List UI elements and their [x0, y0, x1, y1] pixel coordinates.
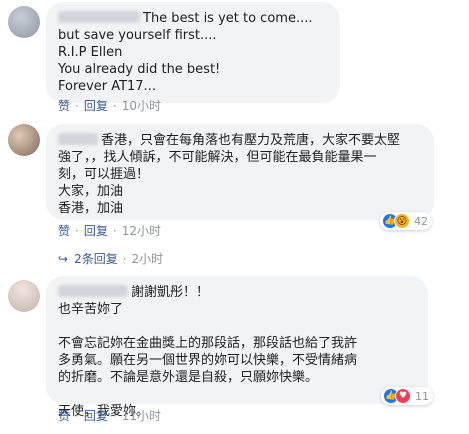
comment-text: 刻，可以捱過！	[58, 167, 150, 182]
comment-text: 多勇氣。願在另一個世界的妳可以快樂，不受情緒病	[58, 353, 358, 368]
comment-timestamp[interactable]: 12小时	[122, 222, 161, 239]
avatar[interactable]	[8, 6, 40, 38]
like-button[interactable]: 赞	[58, 222, 70, 239]
comment-text: The best is yet to come....	[58, 10, 328, 27]
comment-text: 大家，加油	[58, 184, 124, 199]
reaction-count: 42	[414, 214, 428, 228]
separator-dot: ·	[75, 408, 79, 423]
reply-button[interactable]: 回复	[84, 97, 108, 114]
reply-arrow-icon: ↪	[58, 251, 69, 266]
like-button[interactable]: 赞	[58, 97, 70, 114]
commenter-name[interactable]	[58, 133, 98, 145]
reply-button[interactable]: 回复	[84, 222, 108, 239]
commenter-name[interactable]	[58, 11, 140, 23]
reaction-count: 11	[415, 389, 429, 403]
comment-text: R.I.P Ellen	[58, 45, 123, 60]
separator-dot: ·	[112, 98, 117, 113]
reactions-summary[interactable]: 👍 😮 42	[380, 212, 432, 230]
separator-dot: ·	[122, 251, 127, 266]
comment-text: 強了，，找人傾訴，不可能解決，但可能在最負能量果一	[58, 150, 377, 165]
replies-count-label[interactable]: 2条回复	[74, 250, 118, 267]
comment-actions: 赞 · 回复 · 10小时	[58, 97, 161, 114]
separator-dot: ·	[75, 223, 79, 238]
replies-timestamp: 2小时	[131, 252, 164, 266]
comment-actions: 赞 · 回复 · 12小时	[58, 222, 161, 239]
comment-text: 香港，加油	[58, 201, 124, 216]
separator-dot: ·	[112, 223, 117, 238]
avatar[interactable]	[8, 124, 40, 156]
reply-button[interactable]: 回复	[84, 407, 108, 424]
commenter-name[interactable]	[58, 285, 128, 297]
separator-dot: ·	[75, 98, 79, 113]
comment-bubble: The best is yet to come.... but save you…	[46, 2, 340, 103]
comment-text: 謝謝凱彤！！	[58, 284, 416, 301]
comment-actions: 赞 · 回复 · 11小时	[58, 407, 161, 424]
comment-text: 的折磨。不論是意外還是自殺，只願妳快樂。	[58, 370, 319, 385]
comment-bubble: 香港，只會在每角落也有壓力及荒唐，大家不要太堅 強了，，找人傾訴，不可能解決，但…	[46, 124, 434, 220]
comment-text: 香港，只會在每角落也有壓力及荒唐，大家不要太堅	[58, 132, 422, 149]
comment-timestamp[interactable]: 11小时	[122, 407, 161, 424]
like-button[interactable]: 赞	[58, 407, 70, 424]
comment-text: but save yourself first....	[58, 28, 217, 43]
comment-text: Forever AT17...	[58, 79, 156, 94]
reactions-summary[interactable]: 👍 ♥ 11	[381, 387, 433, 405]
wow-icon: 😮	[394, 213, 410, 229]
comment-bubble: 謝謝凱彤！！ 也辛苦妳了 不會忘記妳在金曲獎上的那段話，那段話也給了我許 多勇氣…	[46, 276, 428, 419]
avatar[interactable]	[8, 280, 40, 312]
love-icon: ♥	[395, 388, 411, 404]
comment-timestamp[interactable]: 10小时	[122, 97, 161, 114]
comment-text: You already did the best!	[58, 62, 221, 77]
view-replies-link[interactable]: ↪ 2条回复 · 2小时	[58, 250, 163, 267]
separator-dot: ·	[112, 408, 117, 423]
comment-text: 不會忘記妳在金曲獎上的那段話，那段話也給了我許	[58, 336, 358, 351]
comment-text: 也辛苦妳了	[58, 302, 124, 317]
